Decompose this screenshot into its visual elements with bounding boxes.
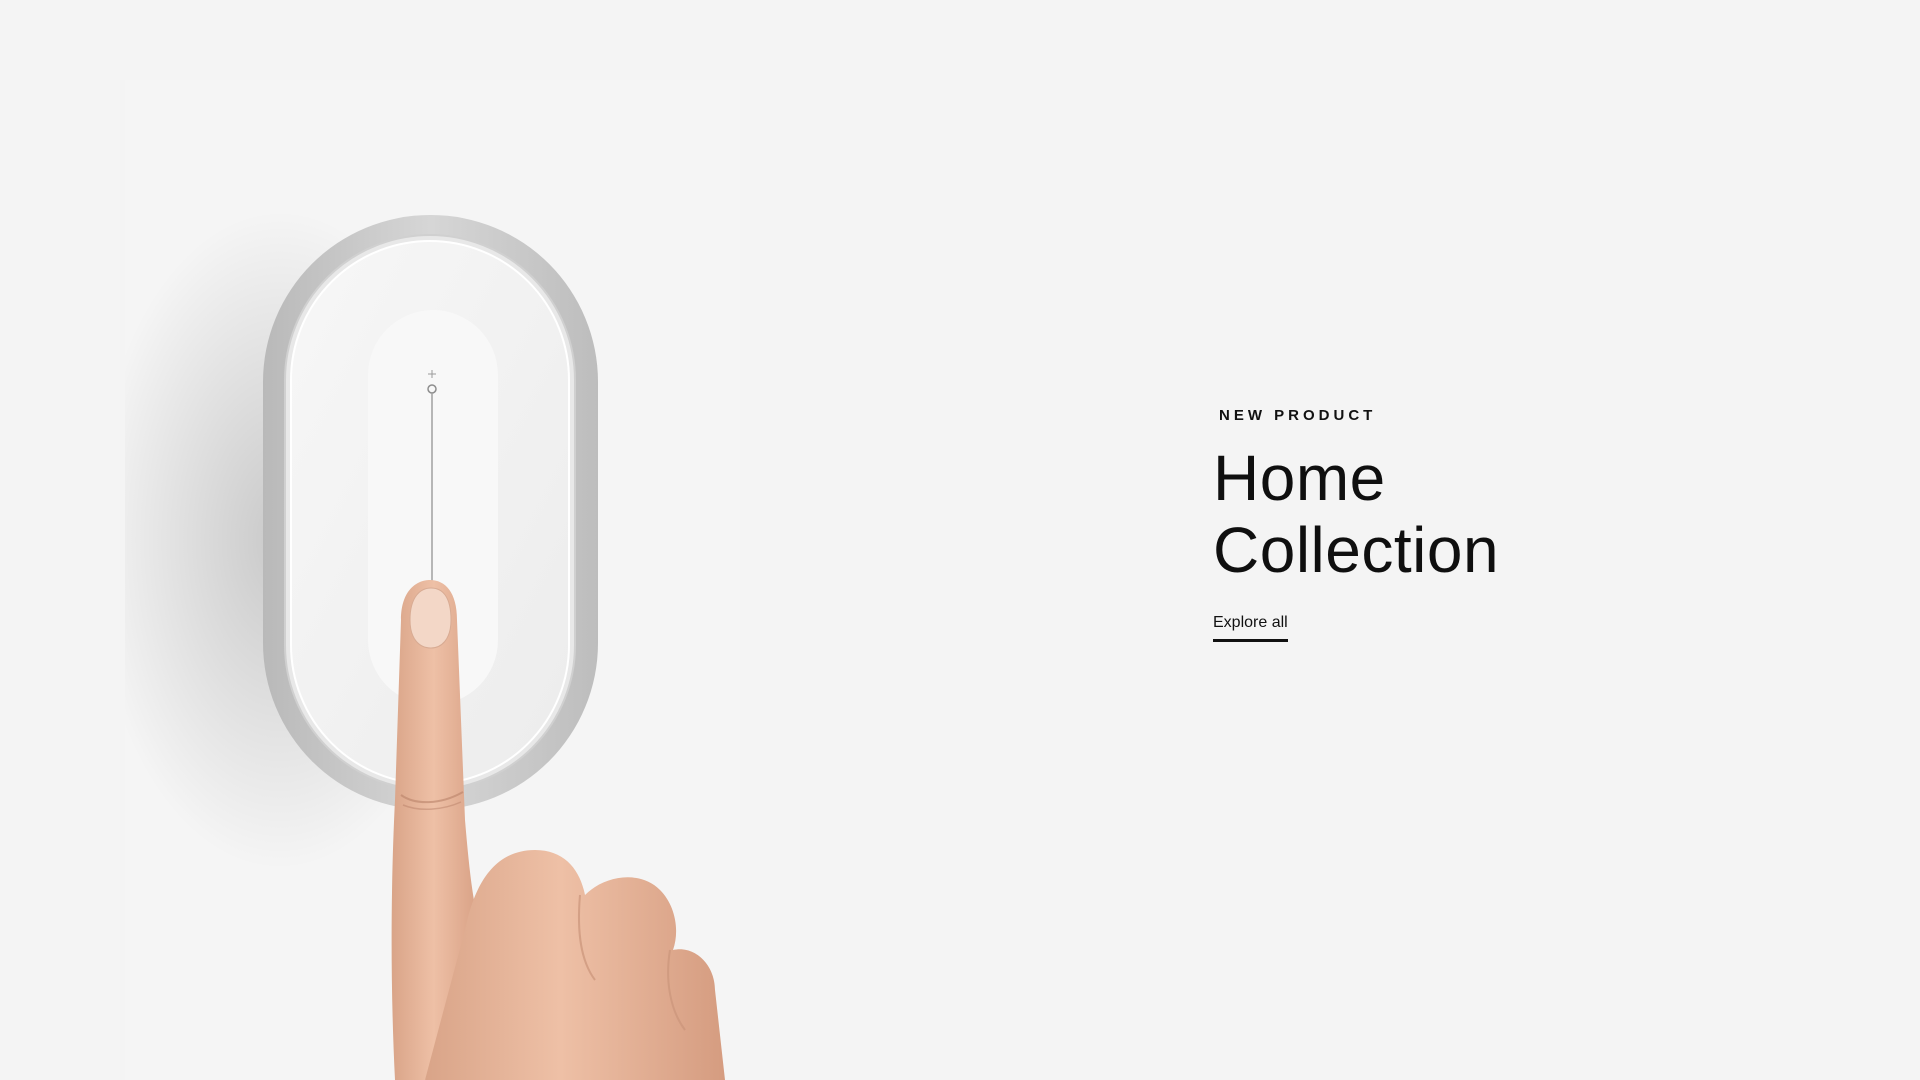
hero-text-block: NEW PRODUCT Home Collection Explore all: [1213, 400, 1673, 642]
hero-product-image: [125, 80, 740, 1080]
title-line-1: Home: [1213, 442, 1386, 514]
title-line-2: Collection: [1213, 514, 1500, 586]
page: NEW PRODUCT Home Collection Explore all: [0, 0, 1920, 1080]
collection-title: Home Collection: [1213, 442, 1673, 586]
smart-switch-illustration: [125, 210, 725, 1080]
new-product-label: NEW PRODUCT: [1219, 407, 1377, 424]
explore-all-link[interactable]: Explore all: [1213, 614, 1288, 642]
